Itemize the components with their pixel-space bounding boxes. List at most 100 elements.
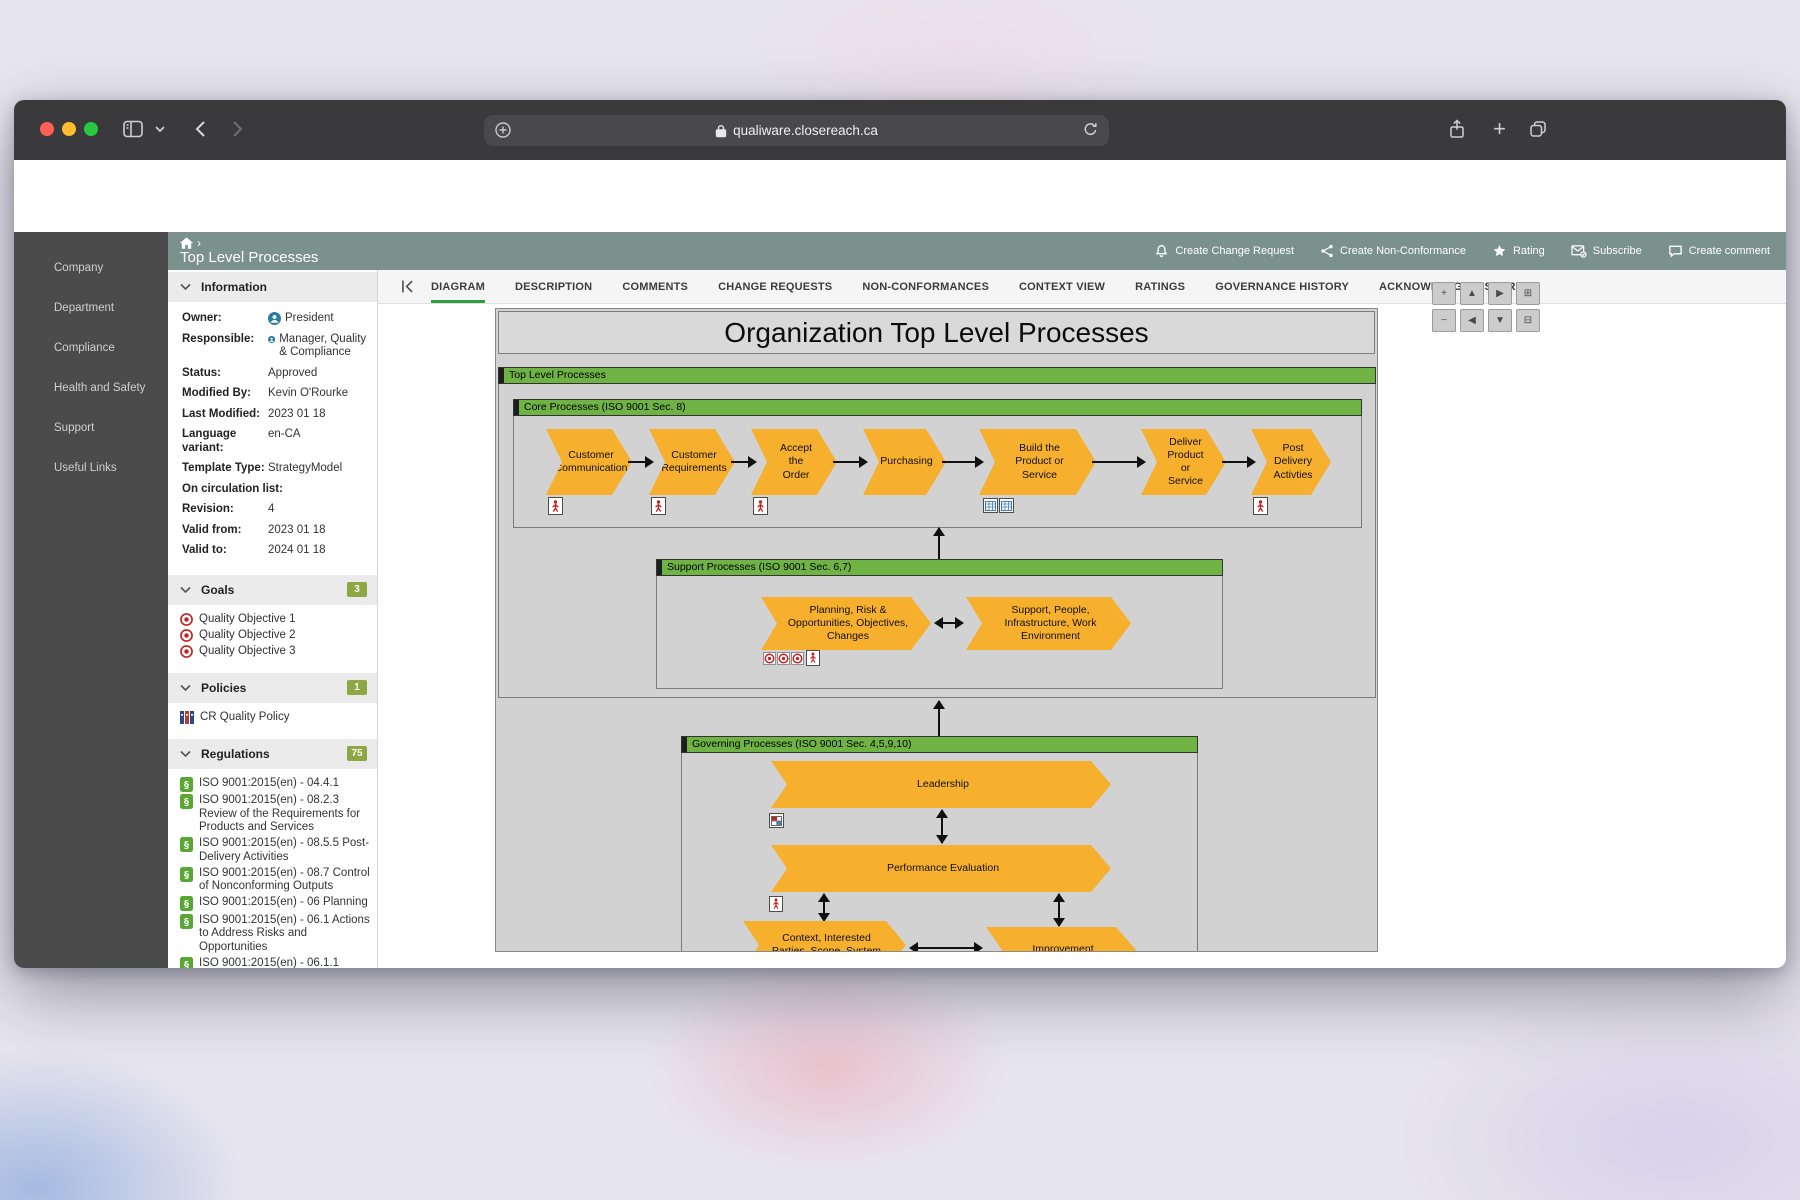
sidebar-item-compliance[interactable]: Compliance <box>14 328 168 368</box>
section-goals[interactable]: Goals 3 <box>168 575 377 605</box>
breadcrumb[interactable]: › <box>180 236 201 250</box>
goal-indicator-icons[interactable] <box>763 652 804 665</box>
flow-arrow <box>628 461 652 463</box>
share-icon[interactable] <box>1448 119 1466 140</box>
chevron-down-icon <box>180 750 191 758</box>
tab-ratings[interactable]: RATINGS <box>1135 270 1185 303</box>
paragraph-icon: § <box>180 896 193 911</box>
create-change-request-button[interactable]: Create Change Request <box>1154 244 1294 258</box>
regulation-item[interactable]: §ISO 9001:2015(en) - 06.1 Actions to Add… <box>180 914 371 955</box>
regulation-item[interactable]: §ISO 9001:2015(en) - 08.2.3 Review of th… <box>180 794 371 835</box>
info-row-responsible: Responsible:Manager, Quality & Complianc… <box>182 333 369 360</box>
goal-item[interactable]: Quality Objective 1 <box>180 613 371 627</box>
paragraph-icon: § <box>180 914 193 929</box>
goal-item[interactable]: Quality Objective 3 <box>180 645 371 659</box>
new-tab-icon[interactable]: + <box>1493 118 1506 140</box>
process-leadership[interactable]: Leadership <box>771 761 1111 808</box>
person-avatar-icon <box>268 312 281 325</box>
close-window-button[interactable] <box>40 122 54 136</box>
tab-context-view[interactable]: CONTEXT VIEW <box>1019 270 1105 303</box>
zoom-in-button[interactable]: + <box>1432 282 1456 305</box>
fit-width-button[interactable]: ⊟ <box>1516 309 1540 332</box>
core-group-bar[interactable]: Core Processes (ISO 9001 Sec. 8) <box>513 399 1362 416</box>
policy-item[interactable]: CR Quality Policy <box>180 711 371 725</box>
home-icon[interactable] <box>180 237 193 249</box>
pan-down-button[interactable]: ▼ <box>1488 309 1512 332</box>
role-indicator-icon[interactable] <box>1253 497 1268 515</box>
process-context-interested-parties[interactable]: Context, Interested Parties, Scope, Syst… <box>743 921 906 952</box>
address-bar[interactable]: qualiware.closereach.ca <box>484 115 1109 146</box>
regulation-item[interactable]: §ISO 9001:2015(en) - 04.4.1 <box>180 777 371 792</box>
page-settings-icon[interactable] <box>494 121 512 139</box>
minimize-window-button[interactable] <box>62 122 76 136</box>
process-planning-risk-opportunities[interactable]: Planning, Risk & Opportunities, Objectiv… <box>761 597 931 650</box>
section-regulations[interactable]: Regulations 75 <box>168 739 377 769</box>
tab-comments[interactable]: COMMENTS <box>622 270 688 303</box>
process-improvement[interactable]: Improvement <box>986 927 1136 952</box>
sidebar-item-department[interactable]: Department <box>14 288 168 328</box>
back-icon[interactable] <box>194 120 206 138</box>
role-indicator-icon[interactable] <box>769 896 783 912</box>
regulation-item[interactable]: §ISO 9001:2015(en) - 06 Planning <box>180 896 371 911</box>
goal-item[interactable]: Quality Objective 2 <box>180 629 371 643</box>
process-performance-evaluation[interactable]: Performance Evaluation <box>771 845 1111 892</box>
fit-page-button[interactable]: ⊞ <box>1516 282 1540 305</box>
work-instruction-icons[interactable] <box>983 498 1014 513</box>
tab-overview-icon[interactable] <box>1528 119 1548 139</box>
support-to-core-arrow <box>938 528 940 559</box>
role-indicator-icon[interactable] <box>806 650 820 666</box>
regulation-item[interactable]: §ISO 9001:2015(en) - 06.1.1 <box>180 957 371 969</box>
matrix-icon[interactable] <box>769 813 784 828</box>
governing-to-support-arrow <box>938 701 940 736</box>
pan-left-button[interactable]: ◀ <box>1460 309 1484 332</box>
chevron-down-icon[interactable] <box>154 124 166 134</box>
regulations-count-badge: 75 <box>347 746 367 761</box>
process-build-product-or-service[interactable]: Build the Product or Service <box>979 429 1096 495</box>
sidebar-item-company[interactable]: Company <box>14 248 168 288</box>
flow-arrow <box>1222 461 1254 463</box>
maximize-window-button[interactable] <box>84 122 98 136</box>
top-level-group-bar[interactable]: Top Level Processes <box>498 367 1376 384</box>
svg-text:§: § <box>184 917 189 928</box>
info-row-owner: Owner:President <box>182 312 369 326</box>
section-policies[interactable]: Policies 1 <box>168 673 377 703</box>
create-non-conformance-button[interactable]: Create Non-Conformance <box>1320 244 1466 258</box>
regulation-item[interactable]: §ISO 9001:2015(en) - 08.7 Control of Non… <box>180 867 371 894</box>
role-indicator-icon[interactable] <box>651 497 666 515</box>
sidebar-item-useful-links[interactable]: Useful Links <box>14 448 168 488</box>
process-support-people-infrastructure[interactable]: Support, People, Infrastructure, Work En… <box>966 597 1131 650</box>
sidebar-item-health-and-safety[interactable]: Health and Safety <box>14 368 168 408</box>
collapse-tabs-icon[interactable] <box>400 279 415 294</box>
reload-icon[interactable] <box>1082 121 1099 138</box>
diagram-canvas[interactable]: Organization Top Level Processes Top Lev… <box>495 308 1378 952</box>
zoom-out-button[interactable]: − <box>1432 309 1456 332</box>
governing-group-bar[interactable]: Governing Processes (ISO 9001 Sec. 4,5,9… <box>681 736 1198 753</box>
star-icon <box>1492 244 1507 258</box>
tab-governance-history[interactable]: GOVERNANCE HISTORY <box>1215 270 1349 303</box>
support-group-bar[interactable]: Support Processes (ISO 9001 Sec. 6,7) <box>656 559 1223 576</box>
svg-text:§: § <box>184 780 189 791</box>
svg-text:§: § <box>184 870 189 881</box>
section-information[interactable]: Information <box>168 272 377 302</box>
window-controls <box>40 122 98 136</box>
pan-right-button[interactable]: ▶ <box>1488 282 1512 305</box>
create-comment-button[interactable]: Create comment <box>1668 244 1770 258</box>
subscribe-button[interactable]: Subscribe <box>1571 244 1642 258</box>
tab-diagram[interactable]: DIAGRAM <box>431 270 485 303</box>
bidirectional-arrow <box>911 947 981 949</box>
pan-up-button[interactable]: ▲ <box>1460 282 1484 305</box>
bullseye-icon <box>763 652 776 665</box>
tab-description[interactable]: DESCRIPTION <box>515 270 592 303</box>
sidebar-item-support[interactable]: Support <box>14 408 168 448</box>
regulation-item[interactable]: §ISO 9001:2015(en) - 08.5.5 Post-Deliver… <box>180 837 371 864</box>
forward-icon[interactable] <box>232 120 244 138</box>
role-indicator-icon[interactable] <box>753 497 768 515</box>
sidebar-toggle-icon[interactable] <box>122 119 144 139</box>
bell-icon <box>1154 244 1169 258</box>
tab-change-requests[interactable]: CHANGE REQUESTS <box>718 270 832 303</box>
rating-button[interactable]: Rating <box>1492 244 1545 258</box>
tab-non-conformances[interactable]: NON-CONFORMANCES <box>862 270 989 303</box>
role-indicator-icon[interactable] <box>548 497 563 515</box>
paragraph-icon: § <box>180 867 193 882</box>
bidirectional-arrow <box>941 810 943 843</box>
